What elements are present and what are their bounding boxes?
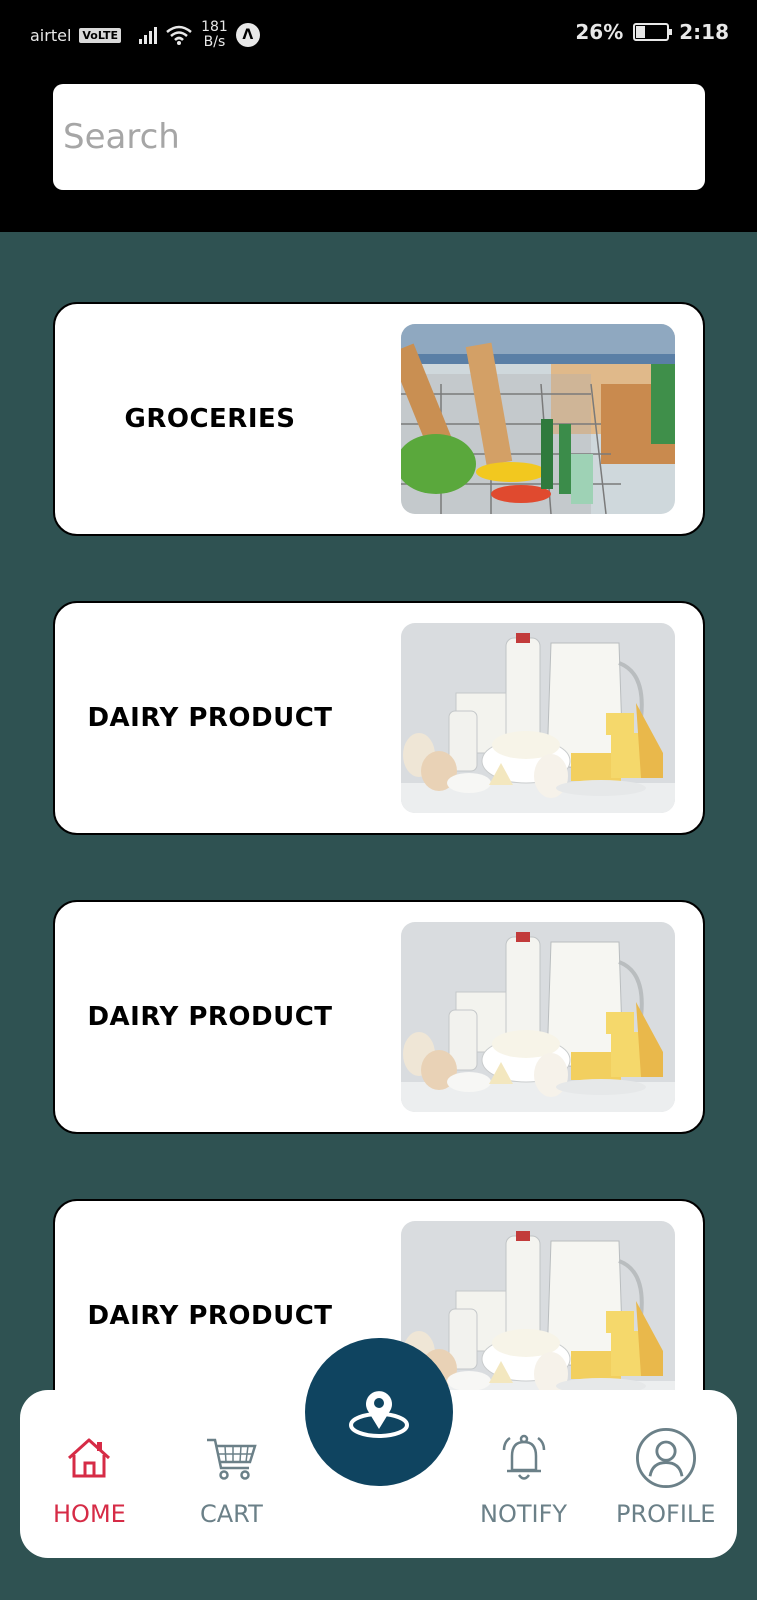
location-pin-icon (349, 1391, 409, 1438)
grocery-cart-image (401, 324, 675, 514)
battery-icon (633, 23, 673, 41)
nav-notify-label: NOTIFY (480, 1500, 568, 1528)
app-notification-icon: Λ (235, 23, 260, 47)
battery-percent: 26% (575, 20, 624, 44)
nav-cart[interactable]: CART (200, 1430, 263, 1528)
volte-badge: VoLTE (79, 27, 122, 43)
nav-notify[interactable]: NOTIFY (480, 1430, 567, 1528)
bell-icon (502, 1434, 545, 1480)
category-card-dairy[interactable]: DAIRY PRODUCT (53, 900, 705, 1134)
location-fab-button[interactable] (305, 1338, 453, 1486)
signal-icon (139, 26, 158, 44)
nav-profile[interactable]: PROFILE (616, 1428, 716, 1528)
category-title: DAIRY PRODUCT (87, 1002, 333, 1032)
category-card-groceries[interactable]: GROCERIES (53, 302, 705, 536)
dairy-products-image (401, 922, 675, 1112)
clock: 2:18 (679, 20, 729, 44)
carrier-name: airtel (30, 25, 72, 45)
nav-home[interactable]: HOME (53, 1430, 126, 1528)
status-bar: airtel VoLTE 181 B/s Λ 26% 2:18 (0, 0, 757, 66)
app-header: airtel VoLTE 181 B/s Λ 26% 2:18 (0, 0, 757, 232)
nav-profile-label: PROFILE (616, 1500, 716, 1528)
nav-home-label: HOME (53, 1500, 126, 1528)
home-icon (68, 1438, 111, 1478)
profile-icon (635, 1428, 696, 1488)
category-title: GROCERIES (124, 404, 296, 434)
search-input[interactable] (53, 84, 705, 190)
category-card-dairy[interactable]: DAIRY PRODUCT (53, 601, 705, 835)
nav-cart-label: CART (200, 1500, 263, 1528)
network-speed: 181 B/s (201, 19, 228, 50)
dairy-products-image (401, 623, 675, 813)
category-title: DAIRY PRODUCT (87, 703, 333, 733)
cart-icon (207, 1438, 258, 1480)
wifi-icon (166, 25, 192, 45)
